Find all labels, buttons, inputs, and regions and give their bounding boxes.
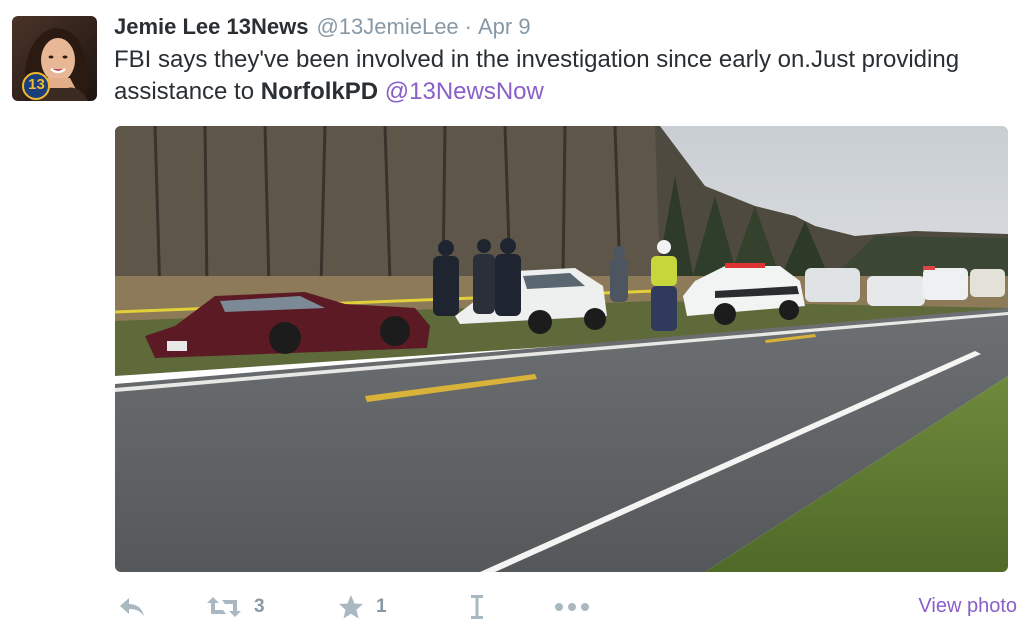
avatar-badge: 13 [28,76,45,93]
header-separator: · [464,14,472,39]
tweet-header: Jemie Lee 13News @13JemieLee · Apr 9 [114,12,531,42]
reply-icon [120,598,144,616]
retweet-button[interactable]: 3 [206,588,265,626]
text-cursor-button[interactable] [470,588,484,626]
mention-norfolkpd[interactable]: NorfolkPD [261,78,378,105]
text-space [378,78,385,105]
view-photo-link[interactable]: View photo [918,595,1017,618]
favorite-count: 1 [376,596,387,617]
tweet-photo[interactable] [115,126,1008,572]
tweet-actions: 3 1 [114,588,1014,626]
photo-image [115,126,1008,572]
favorite-button[interactable]: 1 [338,588,387,626]
more-button[interactable] [554,588,590,626]
author-name[interactable]: Jemie Lee 13News [114,12,308,42]
mention-13newsnow[interactable]: @13NewsNow [385,78,544,105]
author-handle[interactable]: @13JemieLee [316,12,458,42]
author-avatar[interactable]: 13 [12,16,97,101]
retweet-icon [207,597,241,617]
star-icon [339,595,363,619]
text-cursor-icon [471,595,483,619]
tweet-text: FBI says they've been involved in the in… [114,44,1014,108]
more-dots-icon [555,603,589,611]
tweet: 13 Jemie Lee 13News @13JemieLee · Apr 9 … [0,0,1024,632]
retweet-count: 3 [254,596,265,617]
reply-button[interactable] [118,588,146,626]
tweet-timestamp[interactable]: Apr 9 [478,12,531,42]
